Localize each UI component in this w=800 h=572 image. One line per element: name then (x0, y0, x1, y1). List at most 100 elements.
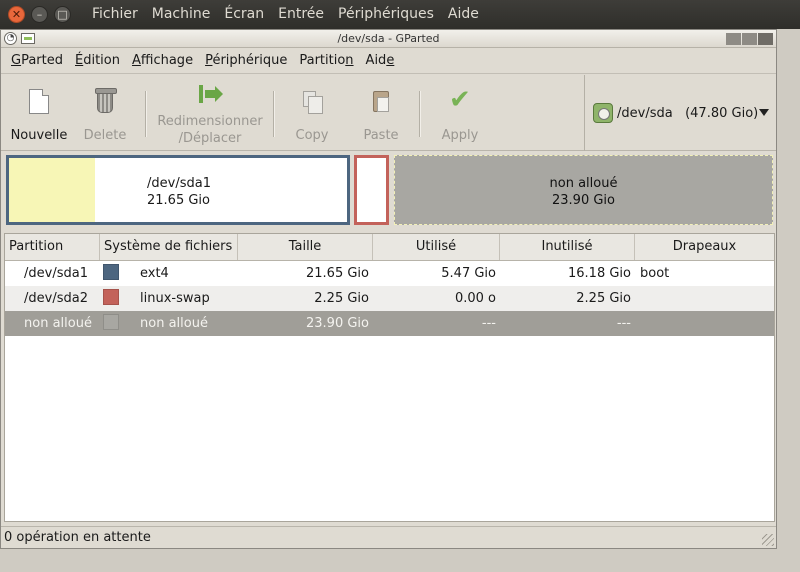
menu-edition-label: dition (83, 53, 120, 68)
column-header-filesystem[interactable]: Système de fichiers (100, 234, 238, 260)
cell-fs-color (100, 288, 140, 309)
toolbar-separator (419, 91, 421, 137)
window-title: /dev/sda - GParted (337, 32, 440, 45)
menu-affichage[interactable]: Affichage (126, 53, 199, 68)
disk-map-partition-sda1[interactable]: /dev/sda1 21.65 Gio (6, 155, 350, 225)
toolbar: Nouvelle Delete Redimensionner /Déplacer… (1, 75, 776, 151)
window-menu-icon[interactable]: ◔ (4, 32, 17, 45)
copy-button[interactable]: Copy (287, 75, 337, 151)
cell-fs-color (100, 263, 140, 284)
disk-map-unallocated-name: non alloué (549, 176, 618, 191)
new-partition-button[interactable]: Nouvelle (9, 75, 69, 151)
resize-label-line2: /Déplacer (178, 131, 242, 146)
cell-used: --- (481, 316, 496, 331)
menu-peripherique[interactable]: Périphérique (199, 53, 293, 68)
app-menubar: GParted Édition Affichage Périphérique P… (1, 48, 776, 74)
device-selector[interactable]: /dev/sda (47.80 Gio) (584, 75, 776, 151)
trash-icon (92, 88, 118, 115)
new-partition-label: Nouvelle (10, 128, 68, 143)
window-titlebar[interactable]: ◔ /dev/sda - GParted (1, 30, 776, 48)
resize-grip-icon[interactable] (762, 534, 774, 546)
host-menu-aide[interactable]: Aide (441, 0, 486, 29)
menu-gparted-label: Parted (21, 53, 63, 68)
menu-partition[interactable]: Partition (293, 53, 359, 68)
menu-aide-label: Aid (365, 53, 387, 68)
menu-affichage-mnemonic: A (131, 53, 141, 68)
cell-unused: 16.18 Gio (568, 266, 631, 281)
host-menu: Fichier Machine Écran Entrée Périphériqu… (85, 0, 486, 29)
menu-aide[interactable]: Aide (360, 53, 401, 68)
host-menubar: ✕ – □ Fichier Machine Écran Entrée Périp… (0, 0, 800, 29)
resize-move-button[interactable]: Redimensionner /Déplacer (155, 75, 265, 151)
paste-label: Paste (363, 128, 399, 143)
cell-filesystem: linux-swap (140, 291, 210, 306)
host-window-buttons: ✕ – □ (8, 6, 71, 23)
disk-map-sda1-size: 21.65 Gio (147, 193, 210, 208)
table-row[interactable]: /dev/sda1 ext4 21.65 Gio 5.47 Gio 16.18 … (5, 261, 774, 286)
hard-disk-icon (593, 103, 613, 123)
apply-button[interactable]: ✔ Apply (435, 75, 485, 151)
disk-map-sda1-text: /dev/sda1 21.65 Gio (147, 175, 211, 209)
table-row[interactable]: /dev/sda2 linux-swap 2.25 Gio 0.00 o 2.2… (5, 286, 774, 311)
checkmark-icon: ✔ (449, 85, 471, 115)
host-menu-ecran[interactable]: Écran (217, 0, 271, 29)
partition-table-header: Partition Système de fichiers Taille Uti… (5, 234, 774, 261)
status-bar: 0 opération en attente (1, 526, 776, 548)
gparted-app-icon (21, 33, 35, 44)
cell-fs-color (100, 313, 140, 334)
minimize-icon[interactable]: – (31, 6, 48, 23)
resize-icon (197, 83, 223, 109)
maximize-icon[interactable]: □ (54, 6, 71, 23)
fs-color-swatch (103, 288, 119, 305)
cell-filesystem: non alloué (140, 316, 208, 331)
disk-map-sda1-name: /dev/sda1 (147, 176, 211, 191)
close-icon[interactable] (758, 33, 773, 45)
partition-table: Partition Système de fichiers Taille Uti… (4, 233, 775, 522)
cell-unused: 2.25 Gio (576, 291, 631, 306)
column-header-partition[interactable]: Partition (5, 234, 100, 260)
cell-size: 21.65 Gio (306, 266, 369, 281)
menu-affichage-label: ffichage (140, 53, 194, 68)
maximize-icon[interactable] (742, 33, 757, 45)
fs-color-swatch (103, 263, 119, 280)
device-selector-label: /dev/sda (47.80 Gio) (617, 105, 759, 121)
toolbar-separator (273, 91, 275, 137)
disk-map-sda1-used-space (9, 158, 95, 222)
column-header-unused[interactable]: Inutilisé (500, 234, 635, 260)
host-menu-entree[interactable]: Entrée (271, 0, 331, 29)
disk-map-partition-sda2[interactable] (354, 155, 389, 225)
cell-unused: --- (616, 316, 631, 331)
delete-label: Delete (83, 128, 127, 143)
menu-partition-mnemonic: n (345, 53, 354, 68)
disk-map-unallocated-text: non alloué 23.90 Gio (395, 175, 772, 209)
column-header-size[interactable]: Taille (238, 234, 373, 260)
host-menu-peripheriques[interactable]: Périphériques (331, 0, 441, 29)
pending-operations-status: 0 opération en attente (4, 530, 151, 545)
column-header-flags[interactable]: Drapeaux (635, 234, 774, 260)
delete-button[interactable]: Delete (77, 75, 133, 151)
menu-gparted[interactable]: GParted (5, 53, 69, 68)
menu-edition[interactable]: Édition (69, 53, 126, 68)
paste-button[interactable]: Paste (356, 75, 406, 151)
cell-flags: boot (640, 266, 670, 281)
cell-used: 0.00 o (454, 291, 496, 306)
menu-edition-mnemonic: É (75, 53, 84, 68)
cell-partition: /dev/sda2 (24, 291, 88, 306)
column-header-used[interactable]: Utilisé (373, 234, 500, 260)
chevron-down-icon[interactable] (759, 109, 769, 116)
minimize-icon[interactable] (726, 33, 741, 45)
cell-used: 5.47 Gio (441, 266, 496, 281)
host-menu-fichier[interactable]: Fichier (85, 0, 145, 29)
cell-partition: non alloué (24, 316, 92, 331)
host-menu-machine[interactable]: Machine (145, 0, 218, 29)
disk-map-unallocated[interactable]: non alloué 23.90 Gio (394, 155, 773, 225)
cell-size: 2.25 Gio (314, 291, 369, 306)
disk-map-unallocated-size: 23.90 Gio (552, 193, 615, 208)
gparted-window: ◔ /dev/sda - GParted GParted Édition Aff… (0, 29, 777, 549)
window-controls (726, 33, 773, 45)
table-row-selected[interactable]: non alloué non alloué 23.90 Gio --- --- (5, 311, 774, 336)
fs-color-swatch (103, 313, 119, 330)
resize-label-line1: Redimensionner (157, 114, 263, 129)
close-icon[interactable]: ✕ (8, 6, 25, 23)
new-document-icon (26, 89, 52, 115)
